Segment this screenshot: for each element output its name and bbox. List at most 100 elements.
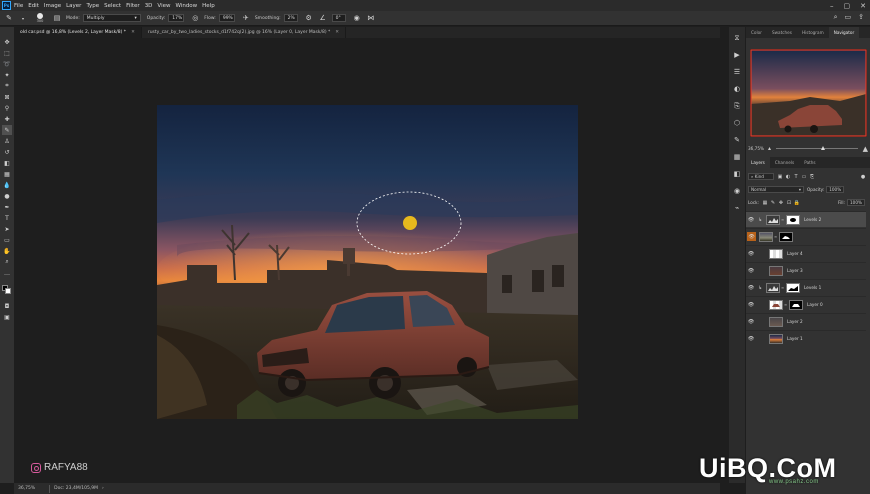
eye-icon[interactable]: 👁 <box>746 314 756 330</box>
dodge-tool-icon[interactable]: ● <box>2 191 12 201</box>
minimize-icon[interactable]: – <box>830 2 834 10</box>
tab-rusty-car[interactable]: rusty_car_by_two_ladies_stocks_d1f742q(2… <box>142 27 347 38</box>
3d-icon[interactable]: ⬡ <box>732 118 742 128</box>
maximize-icon[interactable]: ▢ <box>844 2 851 10</box>
channels-icon[interactable]: ◉ <box>732 186 742 196</box>
navigator-zoom-value[interactable]: 36,75% <box>748 146 764 151</box>
lasso-tool-icon[interactable]: ➰ <box>2 59 12 69</box>
lock-image-icon[interactable]: ✎ <box>770 200 776 206</box>
navigator-thumbnail[interactable] <box>750 49 867 137</box>
close-icon[interactable]: ✕ <box>335 30 339 35</box>
layer-mask-thumbnail[interactable] <box>786 214 800 225</box>
swatch-panel-icon[interactable]: ▦ <box>732 152 742 162</box>
tab-old-car[interactable]: old car.psd @ 16,8% (Levels 2, Layer Mas… <box>14 27 142 38</box>
layer-filter-select[interactable]: ⌕ Kind <box>748 173 774 180</box>
eraser-tool-icon[interactable]: ◧ <box>2 158 12 168</box>
paths-icon[interactable]: ⌁ <box>732 203 742 213</box>
blend-mode-select[interactable]: Normal ▾ <box>748 186 804 193</box>
tab-histogram[interactable]: Histogram <box>797 27 829 38</box>
path-selection-tool-icon[interactable]: ➤ <box>2 224 12 234</box>
zoom-in-icon[interactable]: ▲ <box>863 145 868 153</box>
libraries-icon[interactable]: ⎘ <box>732 101 742 111</box>
eye-icon[interactable]: 👁 <box>747 232 756 241</box>
eye-icon[interactable]: 👁 <box>746 280 756 296</box>
layer-row-levels-1[interactable]: 👁 ↳ ∞ Levels 1 <box>746 279 866 295</box>
menu-window[interactable]: Window <box>175 3 197 9</box>
slider-knob[interactable] <box>820 146 825 150</box>
menu-type[interactable]: Type <box>86 3 99 9</box>
layer-row-layer-0[interactable]: 👁 ∞ Layer 0 <box>746 296 866 312</box>
gear-icon[interactable]: ⚙ <box>304 13 314 23</box>
properties-icon[interactable]: ☰ <box>732 67 742 77</box>
more-tools-icon[interactable]: … <box>2 268 12 278</box>
eye-icon[interactable]: 👁 <box>746 331 756 347</box>
menu-filter[interactable]: Filter <box>126 3 140 9</box>
marquee-tool-icon[interactable]: ⬚ <box>2 48 12 58</box>
layers-icon[interactable]: ◧ <box>732 169 742 179</box>
blur-tool-icon[interactable]: 💧 <box>2 180 12 190</box>
chain-link-icon[interactable]: ∞ <box>773 234 778 239</box>
mode-select[interactable]: Multiply ▾ <box>82 14 141 22</box>
layer-row-layer-4[interactable]: 👁 Layer 4 <box>746 245 866 261</box>
document-canvas[interactable] <box>157 105 578 419</box>
eye-icon[interactable]: 👁 <box>746 246 756 262</box>
layer-mask-thumbnail[interactable] <box>789 299 803 310</box>
lock-all-icon[interactable]: 🔒 <box>794 200 800 206</box>
brush-tool-icon[interactable]: ✎ <box>2 125 12 135</box>
pressure-opacity-icon[interactable]: ◎ <box>190 13 200 23</box>
smoothing-field[interactable]: 2% <box>283 14 298 22</box>
eye-icon[interactable]: 👁 <box>746 297 756 313</box>
play-actions-icon[interactable]: ▶ <box>732 50 742 60</box>
zoom-level[interactable]: 36,75% <box>18 486 35 491</box>
history-panel-icon[interactable]: ⧖ <box>732 33 742 43</box>
close-icon[interactable]: ✕ <box>860 2 866 10</box>
clone-stamp-tool-icon[interactable]: ♙ <box>2 136 12 146</box>
type-filter-icon[interactable]: T <box>793 174 799 180</box>
pen-tool-icon[interactable]: ✒ <box>2 202 12 212</box>
chain-link-icon[interactable]: ∞ <box>783 302 788 307</box>
crop-tool-icon[interactable]: ⌗ <box>2 81 12 91</box>
history-brush-tool-icon[interactable]: ↺ <box>2 147 12 157</box>
menu-edit[interactable]: Edit <box>28 3 39 9</box>
tab-paths[interactable]: Paths <box>799 157 820 168</box>
chevron-right-icon[interactable]: › <box>102 486 104 491</box>
fill-field[interactable]: 100% <box>847 199 865 206</box>
airbrush-icon[interactable]: ✈ <box>241 13 251 23</box>
opacity-field[interactable]: 17% <box>168 14 185 22</box>
pressure-size-icon[interactable]: ◉ <box>352 13 362 23</box>
menu-view[interactable]: View <box>157 3 170 9</box>
screen-mode-icon[interactable]: ▣ <box>2 312 12 322</box>
angle-icon[interactable]: ∠ <box>318 13 328 23</box>
color-swatches[interactable] <box>2 285 12 295</box>
brush-tool-icon[interactable]: ✎ <box>4 13 14 23</box>
shape-filter-icon[interactable]: ▭ <box>801 174 807 180</box>
layer-mask-thumbnail[interactable] <box>779 231 793 242</box>
menu-help[interactable]: Help <box>202 3 215 9</box>
adjustment-filter-icon[interactable]: ◐ <box>785 174 791 180</box>
menu-file[interactable]: File <box>14 3 23 9</box>
tab-layers[interactable]: Layers <box>746 157 770 168</box>
chain-link-icon[interactable]: ∞ <box>780 285 785 290</box>
background-color-swatch[interactable] <box>5 288 11 294</box>
move-tool-icon[interactable]: ✥ <box>2 37 12 47</box>
brush-panel-icon[interactable]: ✎ <box>732 135 742 145</box>
layer-row-layer-1[interactable]: 👁 Layer 1 <box>746 330 866 346</box>
share-icon[interactable]: ⇪ <box>858 13 864 22</box>
adjustments-icon[interactable]: ◐ <box>732 84 742 94</box>
lock-artboard-icon[interactable]: ⊡ <box>786 200 792 206</box>
workspace-icon[interactable]: ▭ <box>845 13 852 22</box>
brush-preset-picker[interactable]: 300 <box>34 12 46 24</box>
layer-row-masked[interactable]: 👁 ∞ <box>746 228 866 244</box>
hand-tool-icon[interactable]: ✋ <box>2 246 12 256</box>
tab-channels[interactable]: Channels <box>770 157 799 168</box>
menu-layer[interactable]: Layer <box>66 3 81 9</box>
layer-row-levels-2[interactable]: 👁 ↳ ∞ Levels 2 <box>746 211 866 227</box>
type-tool-icon[interactable]: T <box>2 213 12 223</box>
menu-3d[interactable]: 3D <box>145 3 153 9</box>
lock-transparent-icon[interactable]: ▦ <box>762 200 768 206</box>
tab-swatches[interactable]: Swatches <box>767 27 797 38</box>
angle-field[interactable]: 0° <box>331 14 346 22</box>
photoshop-logo-icon[interactable]: Ps <box>2 1 11 10</box>
zoom-out-icon[interactable]: ▴ <box>768 145 771 152</box>
canvas-area[interactable] <box>14 38 720 483</box>
